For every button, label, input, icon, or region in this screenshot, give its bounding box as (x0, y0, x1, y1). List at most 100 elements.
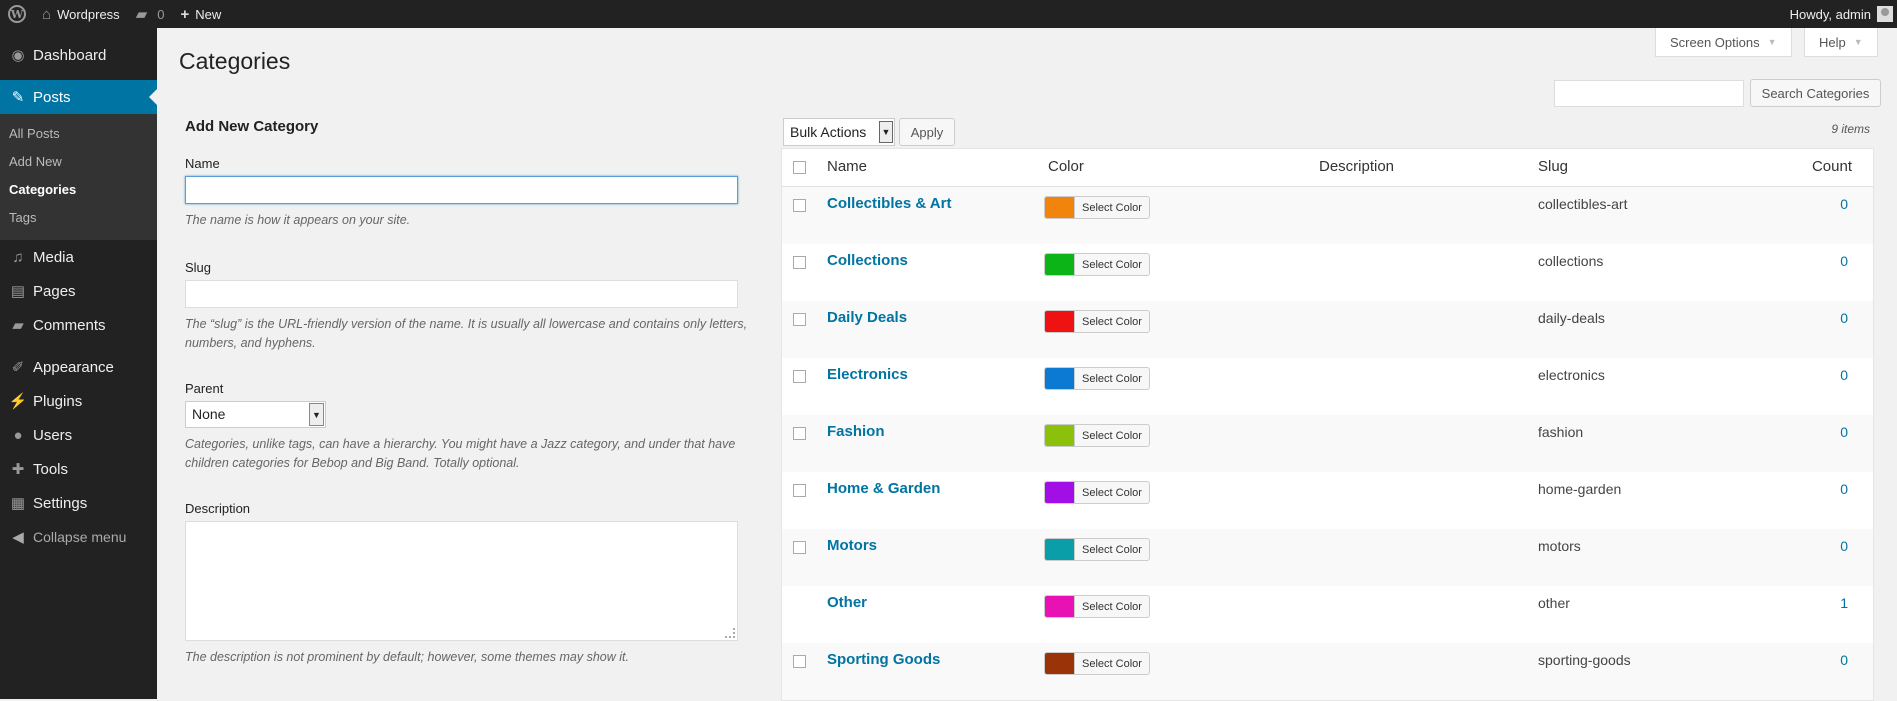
apply-button[interactable]: Apply (899, 118, 955, 146)
bulk-actions-select[interactable]: Bulk Actions ▼ (783, 118, 895, 146)
comments-link[interactable]: ▰ 0 (128, 0, 173, 28)
category-name-link[interactable]: Collectibles & Art (827, 195, 951, 212)
category-count-link[interactable]: 0 (1840, 367, 1848, 383)
menu-appearance[interactable]: ✐ Appearance (0, 350, 157, 384)
color-swatch (1045, 368, 1074, 389)
column-description[interactable]: Description (1319, 158, 1394, 175)
category-count-link[interactable]: 0 (1840, 538, 1848, 554)
category-count-link[interactable]: 0 (1840, 481, 1848, 497)
color-swatch (1045, 311, 1074, 332)
category-count-link[interactable]: 0 (1840, 310, 1848, 326)
table-row: Motors Select Color motors 0 (782, 529, 1873, 586)
site-name-link[interactable]: ⌂ Wordpress (34, 0, 128, 28)
category-count-link[interactable]: 0 (1840, 196, 1848, 212)
row-checkbox[interactable] (793, 370, 806, 383)
color-picker-button[interactable]: Select Color (1044, 652, 1150, 675)
column-name[interactable]: Name (827, 158, 867, 175)
category-count-link[interactable]: 0 (1840, 253, 1848, 269)
color-picker-button[interactable]: Select Color (1044, 481, 1150, 504)
table-row: Home & Garden Select Color home-garden 0 (782, 472, 1873, 529)
color-picker-button[interactable]: Select Color (1044, 367, 1150, 390)
search-categories-button[interactable]: Search Categories (1750, 79, 1881, 107)
category-name-link[interactable]: Electronics (827, 366, 908, 383)
collapse-menu-button[interactable]: ◀ Collapse menu (0, 520, 157, 554)
color-picker-button[interactable]: Select Color (1044, 253, 1150, 276)
category-name-link[interactable]: Motors (827, 537, 877, 554)
menu-comments[interactable]: ▰ Comments (0, 308, 157, 342)
category-slug: motors (1538, 538, 1581, 554)
categories-table: Name Color Description Slug Count Collec… (781, 148, 1874, 701)
admin-sidebar: ◉ Dashboard ✎ Posts All Posts Add New Ca… (0, 28, 157, 699)
row-checkbox[interactable] (793, 199, 806, 212)
column-slug[interactable]: Slug (1538, 158, 1568, 175)
menu-dashboard[interactable]: ◉ Dashboard (0, 38, 157, 72)
submenu-tags[interactable]: Tags (0, 204, 157, 232)
parent-selected-value: None (192, 406, 226, 422)
menu-settings[interactable]: ▦ Settings (0, 486, 157, 520)
category-name-link[interactable]: Sporting Goods (827, 651, 940, 668)
category-name-link[interactable]: Fashion (827, 423, 885, 440)
color-swatch (1045, 539, 1074, 560)
menu-media[interactable]: ♫ Media (0, 240, 157, 274)
menu-posts[interactable]: ✎ Posts (0, 80, 157, 114)
pages-icon: ▤ (10, 283, 26, 300)
description-textarea[interactable] (185, 521, 738, 641)
category-slug: collections (1538, 253, 1604, 269)
category-count-link[interactable]: 1 (1840, 595, 1848, 611)
row-checkbox[interactable] (793, 541, 806, 554)
category-slug: electronics (1538, 367, 1605, 383)
menu-plugins[interactable]: ⚡ Plugins (0, 384, 157, 418)
screen-options-button[interactable]: Screen Options ▼ (1655, 28, 1792, 57)
submenu-add-new[interactable]: Add New (0, 148, 157, 176)
search-categories-input[interactable] (1554, 80, 1744, 107)
avatar (1877, 6, 1893, 22)
category-name-link[interactable]: Home & Garden (827, 480, 940, 497)
category-slug: daily-deals (1538, 310, 1605, 326)
row-checkbox[interactable] (793, 655, 806, 668)
menu-plugins-label: Plugins (33, 392, 83, 410)
name-field[interactable] (185, 176, 738, 204)
row-checkbox[interactable] (793, 484, 806, 497)
main-content: Categories Screen Options ▼ Help ▼ Searc… (157, 28, 1897, 701)
color-picker-button[interactable]: Select Color (1044, 196, 1150, 219)
parent-select[interactable]: None ▼ (185, 401, 326, 428)
color-picker-button[interactable]: Select Color (1044, 310, 1150, 333)
category-name-link[interactable]: Collections (827, 252, 908, 269)
collapse-menu-label: Collapse menu (33, 529, 127, 545)
category-count-link[interactable]: 0 (1840, 652, 1848, 668)
row-checkbox[interactable] (793, 313, 806, 326)
menu-pages[interactable]: ▤ Pages (0, 274, 157, 308)
menu-users[interactable]: ● Users (0, 418, 157, 452)
submenu-all-posts[interactable]: All Posts (0, 120, 157, 148)
select-color-label: Select Color (1074, 311, 1149, 332)
site-name: Wordpress (57, 6, 120, 22)
table-row: Collectibles & Art Select Color collectibl… (782, 187, 1873, 244)
slug-field[interactable] (185, 280, 738, 308)
color-picker-button[interactable]: Select Color (1044, 424, 1150, 447)
menu-settings-label: Settings (33, 494, 88, 512)
color-picker-button[interactable]: Select Color (1044, 538, 1150, 561)
category-count-link[interactable]: 0 (1840, 424, 1848, 440)
category-name-link[interactable]: Other (827, 594, 867, 611)
menu-tools[interactable]: ✚ Tools (0, 452, 157, 486)
my-account-menu[interactable]: Howdy, admin (1782, 0, 1897, 28)
row-checkbox[interactable] (793, 427, 806, 440)
category-name-link[interactable]: Daily Deals (827, 309, 907, 326)
menu-posts-label: Posts (33, 88, 71, 106)
paintbrush-icon: ✐ (11, 359, 25, 376)
select-all-checkbox[interactable] (793, 161, 806, 174)
submenu-categories[interactable]: Categories (0, 176, 157, 204)
table-row: Fashion Select Color fashion 0 (782, 415, 1873, 472)
color-picker-button[interactable]: Select Color (1044, 595, 1150, 618)
wordpress-logo-menu[interactable]: W (0, 0, 34, 28)
slug-description: The “slug” is the URL-friendly version o… (185, 317, 748, 350)
color-swatch (1045, 197, 1074, 218)
menu-tools-label: Tools (33, 460, 69, 478)
help-button[interactable]: Help ▼ (1804, 28, 1878, 57)
column-count[interactable]: Count (1812, 158, 1852, 175)
comment-bubble-icon: ▰ (135, 6, 148, 23)
row-checkbox[interactable] (793, 256, 806, 269)
new-content-link[interactable]: + New (172, 0, 229, 28)
select-color-label: Select Color (1074, 596, 1149, 617)
color-swatch (1045, 482, 1074, 503)
